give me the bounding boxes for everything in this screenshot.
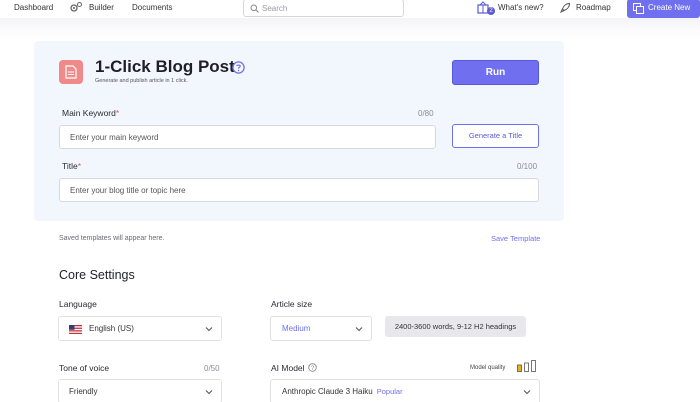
generate-title-button[interactable]: Generate a Title bbox=[452, 124, 539, 148]
help-icon[interactable] bbox=[232, 61, 245, 74]
quality-bar-2 bbox=[524, 362, 529, 372]
nav-roadmap[interactable]: Roadmap bbox=[576, 3, 611, 12]
title-label: Title* bbox=[62, 161, 82, 171]
language-label: Language bbox=[59, 299, 97, 309]
article-size-description: 2400-3600 words, 9-12 H2 headings bbox=[385, 316, 526, 337]
main-keyword-field[interactable] bbox=[59, 125, 436, 149]
whats-new-badge: 2 bbox=[487, 7, 495, 15]
search-box[interactable] bbox=[243, 0, 404, 17]
core-settings-title: Core Settings bbox=[59, 268, 135, 282]
main-keyword-input[interactable] bbox=[70, 131, 408, 144]
ai-model-select[interactable]: Anthropic Claude 3 Haiku Popular bbox=[270, 379, 540, 402]
nav-documents[interactable]: Documents bbox=[132, 3, 172, 12]
tone-select[interactable]: Friendly bbox=[58, 379, 222, 402]
title-input[interactable] bbox=[70, 184, 501, 197]
run-button[interactable]: Run bbox=[452, 60, 539, 85]
nav-whats-new[interactable]: What's new? bbox=[498, 3, 544, 12]
language-value: English (US) bbox=[89, 324, 134, 333]
title-field[interactable] bbox=[59, 178, 539, 202]
tool-icon bbox=[59, 60, 83, 84]
search-input[interactable] bbox=[262, 1, 400, 15]
model-quality-bars bbox=[517, 360, 536, 372]
article-size-select[interactable]: Medium bbox=[270, 316, 372, 341]
document-icon bbox=[65, 65, 77, 79]
model-quality-label: Model quality bbox=[470, 365, 506, 371]
saved-templates-note: Saved templates will appear here. bbox=[59, 235, 165, 242]
article-size-value: Medium bbox=[282, 324, 311, 333]
chevron-down-icon bbox=[205, 390, 213, 395]
tone-label: Tone of voice bbox=[59, 363, 110, 373]
popular-tag: Popular bbox=[376, 387, 403, 396]
ai-model-label: AI Model bbox=[271, 363, 305, 373]
top-navigation: Dashboard Builder Documents 2 What's new… bbox=[0, 0, 700, 18]
language-select[interactable]: English (US) bbox=[58, 316, 222, 341]
main-keyword-counter: 0/80 bbox=[418, 109, 434, 118]
create-new-button[interactable]: Create New bbox=[627, 0, 700, 18]
chevron-down-icon bbox=[355, 327, 363, 332]
new-document-icon bbox=[633, 3, 644, 14]
nav-builder[interactable]: Builder bbox=[89, 3, 114, 12]
tone-value: Friendly bbox=[69, 387, 98, 396]
rocket-icon[interactable] bbox=[560, 2, 571, 13]
chevron-down-icon bbox=[523, 390, 531, 395]
us-flag-icon bbox=[69, 325, 82, 334]
info-icon[interactable]: ? bbox=[308, 363, 317, 372]
main-keyword-label: Main Keyword* bbox=[62, 108, 120, 118]
search-icon bbox=[250, 4, 259, 13]
ai-model-value: Anthropic Claude 3 Haiku Popular bbox=[282, 387, 403, 396]
page-title: 1-Click Blog Post bbox=[95, 57, 235, 76]
header-shadow bbox=[0, 18, 700, 38]
nav-dashboard[interactable]: Dashboard bbox=[14, 3, 53, 12]
save-template-link[interactable]: Save Template bbox=[491, 234, 540, 243]
chevron-down-icon bbox=[205, 327, 213, 332]
title-counter: 0/100 bbox=[517, 162, 538, 171]
quality-bar-3 bbox=[531, 360, 536, 372]
gear-icon[interactable] bbox=[69, 1, 83, 15]
article-size-label: Article size bbox=[271, 299, 313, 309]
page-subtitle: Generate and publish article in 1 click. bbox=[95, 78, 188, 84]
create-new-label: Create New bbox=[648, 3, 691, 12]
tone-counter: 0/50 bbox=[204, 364, 220, 373]
quality-bar-1 bbox=[517, 364, 522, 372]
